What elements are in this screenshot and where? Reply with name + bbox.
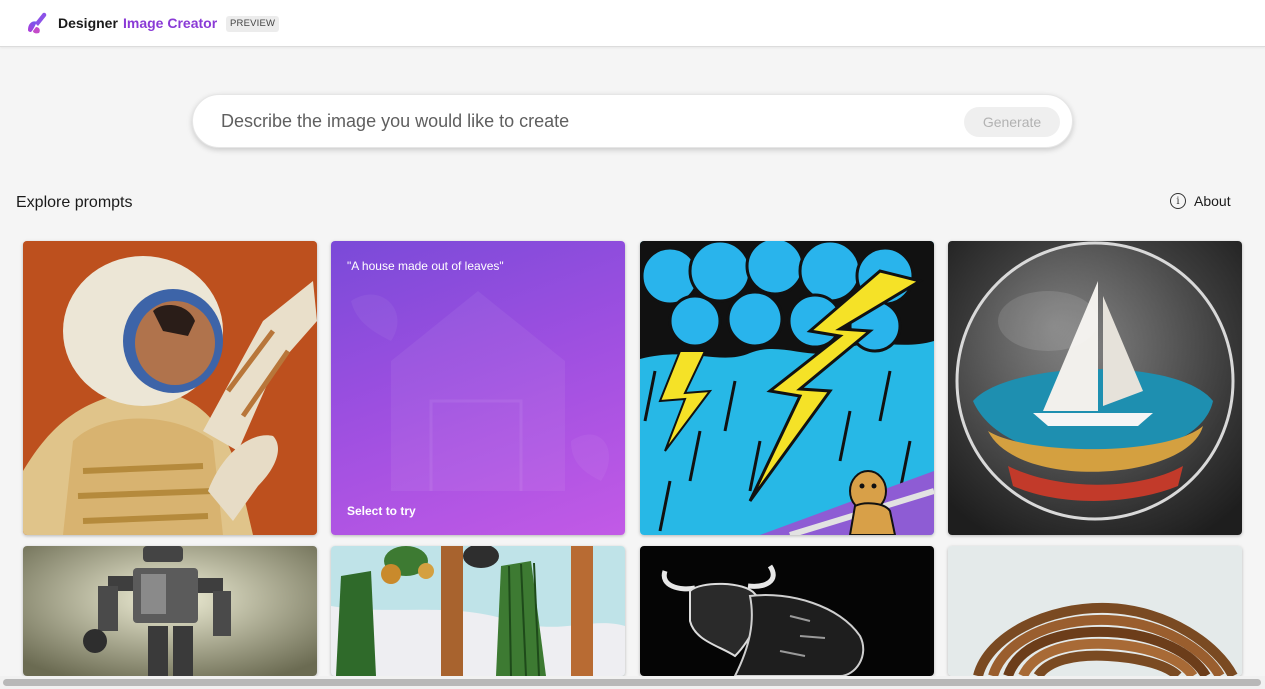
prompt-card-lightning-storm[interactable] <box>640 241 934 535</box>
prompt-text: "A house made out of leaves" <box>347 259 504 273</box>
about-label: About <box>1194 193 1231 209</box>
explore-prompts-heading: Explore prompts <box>16 194 133 211</box>
leaf-house-pattern <box>351 291 610 491</box>
designer-logo-icon[interactable] <box>24 10 50 36</box>
product-name[interactable]: Image Creator <box>123 15 217 31</box>
robot-image <box>23 546 317 676</box>
preview-badge: PREVIEW <box>226 16 280 32</box>
about-link[interactable]: i About <box>1170 193 1231 209</box>
cactus-image <box>331 546 625 676</box>
prompt-search-bar: Generate <box>192 94 1073 148</box>
prompt-card-bull[interactable] <box>640 546 934 676</box>
wooden-spiral-image <box>948 546 1242 676</box>
prompt-card-sailboat-sphere[interactable] <box>948 241 1242 535</box>
prompt-card-house-of-leaves[interactable]: "A house made out of leaves" Select to t… <box>331 241 625 535</box>
brand-name: Designer <box>58 15 118 31</box>
prompt-card-cactus[interactable] <box>331 546 625 676</box>
select-to-try-label: Select to try <box>347 504 416 518</box>
prompt-input[interactable] <box>221 95 941 147</box>
astronaut-image <box>23 241 317 535</box>
generate-button[interactable]: Generate <box>964 107 1060 137</box>
prompt-card-wooden-spiral[interactable] <box>948 546 1242 676</box>
scrollbar-thumb[interactable] <box>3 679 1261 686</box>
lightning-storm-image <box>640 241 934 535</box>
bull-image <box>640 546 934 676</box>
sailboat-sphere-image <box>948 241 1242 535</box>
prompt-card-astronaut[interactable] <box>23 241 317 535</box>
info-icon: i <box>1170 193 1186 209</box>
horizontal-scrollbar[interactable] <box>0 676 1265 689</box>
top-header: Designer Image Creator PREVIEW <box>0 0 1265 47</box>
prompt-card-robot[interactable] <box>23 546 317 676</box>
